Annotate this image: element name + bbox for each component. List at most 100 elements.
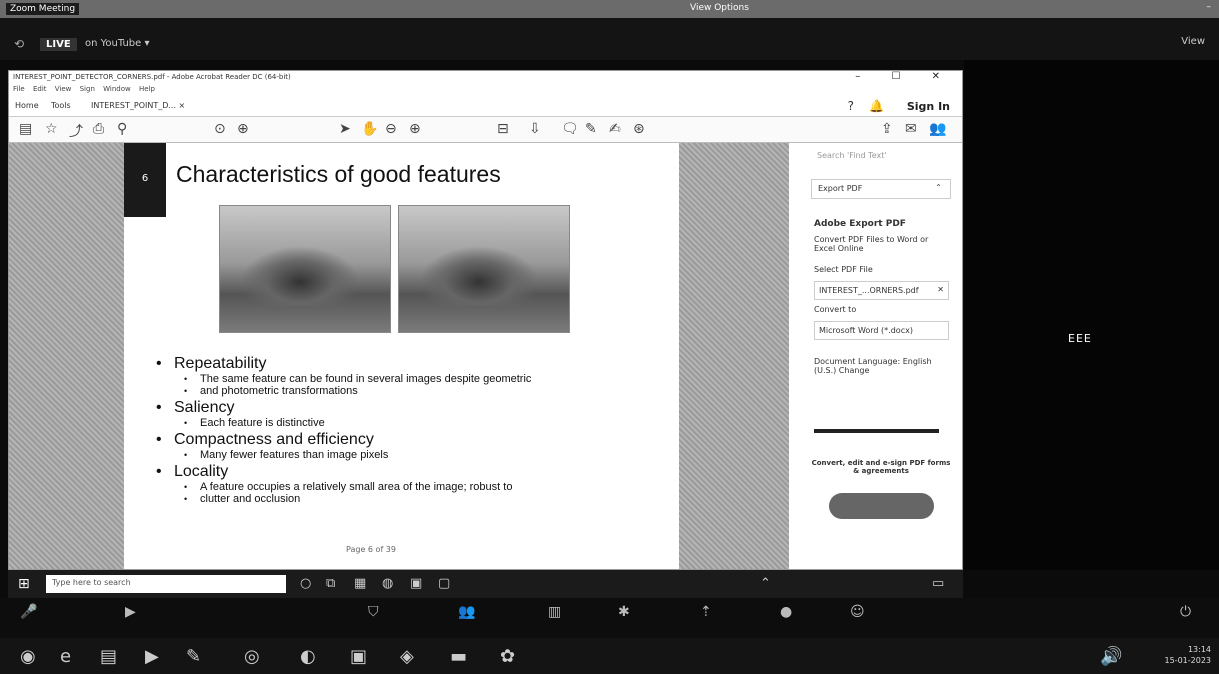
host-start-icon[interactable]: ◉ [20,646,36,667]
share-screen-icon[interactable]: ⇡ [700,604,712,620]
tab-document[interactable]: INTEREST_POINT_D... × [91,101,185,110]
bell-icon[interactable]: 🔔 [869,99,884,113]
volume-icon[interactable]: 🔊 [1100,646,1122,667]
meeting-window-title: Zoom Meeting [6,3,80,15]
polls-icon[interactable]: ▥ [548,604,561,620]
help-icon[interactable]: ? [848,99,854,113]
app-icon[interactable]: ▢ [438,576,450,591]
mute-icon[interactable]: 🎤 [20,604,37,620]
next-page-icon[interactable]: ⊕ [237,121,249,137]
app-icon[interactable]: ◈ [400,646,414,667]
mountain-photo-left [219,205,391,333]
live-badge[interactable]: LIVE [40,38,77,51]
host-taskbar: ◉ e ▤ ▶ ✎ ◎ ◐ ▣ ◈ ▬ ✿ 🔊 13:14 15-01-2023 [0,638,1219,674]
app-icon[interactable]: ✿ [500,646,515,667]
share-icon[interactable]: ⤴ [69,121,83,141]
slide-bullets: Repeatability The same feature can be fo… [152,353,672,505]
convert-to-label: Convert to [814,305,857,314]
pages-icon[interactable]: ▤ [19,121,32,137]
media-icon[interactable]: ▶ [145,646,159,667]
select-icon[interactable]: ➤ [339,121,351,137]
bullet-sub-cont: clutter and occlusion [152,493,672,505]
window-controls[interactable]: – ☐ ✕ [855,71,954,82]
security-icon[interactable]: ⛉ [368,604,379,620]
shared-taskbar: ⊞ Type here to search ○ ⧉ ▦ ◍ ▣ ▢ ⌃ ▭ [8,570,963,598]
export-pdf-label: Export PDF [818,184,863,193]
zoom-out-icon[interactable]: ⊖ [385,121,397,137]
explorer-icon[interactable]: ▤ [100,646,117,667]
chevron-up-icon[interactable]: ⌃ [935,183,942,192]
pdf-page: 6 Characteristics of good features Repea… [124,143,679,569]
export-pdf-panel-header[interactable]: Export PDF ⌃ [811,179,951,199]
format-select[interactable]: Microsoft Word (*.docx) [814,321,949,340]
cortana-icon[interactable]: ○ [300,576,311,591]
back-arrow-icon[interactable]: ⟲ [14,37,24,51]
viewer-background-left [9,143,124,569]
bullet-heading: Locality [152,463,672,481]
video-icon[interactable]: ▶ [125,604,136,620]
menu-help[interactable]: Help [139,85,155,93]
tray-icon[interactable]: ⌃ [760,576,771,591]
notification-icon[interactable]: ▭ [932,576,944,591]
stamp-icon[interactable]: ⊛ [633,121,645,137]
taskbar-search-input[interactable]: Type here to search [46,575,286,593]
tools-right-pane: Search 'Find Text' Export PDF ⌃ Adobe Ex… [789,143,962,569]
comment-icon[interactable]: 🗨 [561,121,579,137]
mail-icon[interactable]: ✉ [905,121,917,137]
document-language[interactable]: Document Language: English (U.S.) Change [814,357,934,375]
user-icon[interactable]: 👥 [929,121,946,137]
chat-icon[interactable]: ✱ [618,604,630,620]
edit-share-icon[interactable]: ⇪ [881,121,893,137]
record-icon[interactable]: ● [780,604,792,620]
remove-file-icon[interactable]: ✕ [937,285,944,294]
sign-in-button[interactable]: Sign In [907,100,950,113]
reactions-icon[interactable]: ☺ [850,604,865,620]
bullet-sub-cont: and photometric transformations [152,385,672,397]
acrobat-menu-bar: File Edit View Sign Window Help [9,85,962,95]
zoom-in-icon[interactable]: ⊕ [409,121,421,137]
minimize-button[interactable]: – [1207,2,1212,12]
live-destination[interactable]: on YouTube ▾ [85,38,150,49]
sign-icon[interactable]: ✍ [609,121,621,137]
view-options-button[interactable]: View Options [690,3,749,13]
camera-icon[interactable]: ▬ [450,646,467,667]
hand-icon[interactable]: ✋ [361,121,378,137]
star-icon[interactable]: ☆ [45,121,58,137]
zoom-icon[interactable]: ◐ [300,646,316,667]
participants-icon[interactable]: 👥 [458,604,475,620]
chrome-icon[interactable]: ◎ [244,646,260,667]
menu-edit[interactable]: Edit [33,85,47,93]
paint-icon[interactable]: ✎ [186,646,201,667]
menu-view[interactable]: View [55,85,72,93]
free-trial-button[interactable] [829,493,934,519]
end-meeting-button[interactable]: ⏻ [1180,604,1191,620]
bullet-heading: Saliency [152,399,672,417]
fit-icon[interactable]: ⊟ [497,121,509,137]
search-icon[interactable]: ⚲ [117,121,127,137]
edge-icon[interactable]: e [60,646,71,667]
find-text-input[interactable]: Search 'Find Text' [817,151,887,160]
scroll-icon[interactable]: ⇩ [529,121,541,137]
explorer-icon[interactable]: ▦ [354,576,366,591]
view-button[interactable]: View [1181,36,1205,47]
menu-window[interactable]: Window [103,85,131,93]
page-indicator: Page 6 of 39 [346,545,396,554]
menu-file[interactable]: File [13,85,25,93]
selected-file-field[interactable]: INTEREST_...ORNERS.pdf ✕ [814,281,949,300]
browser-icon[interactable]: ◍ [382,576,393,591]
bullet-sub: A feature occupies a relatively small ar… [152,481,672,493]
participant-tile[interactable]: EEE [964,60,1219,570]
pen-icon[interactable]: ✎ [585,121,597,137]
bullet-sub: Many fewer features than image pixels [152,449,672,461]
system-clock[interactable]: 13:14 15-01-2023 [1165,644,1212,666]
menu-sign[interactable]: Sign [80,85,95,93]
acrobat-tab-bar: Home Tools INTEREST_POINT_D... × ? 🔔 Sig… [9,95,962,117]
tab-tools[interactable]: Tools [51,101,71,110]
app-icon[interactable]: ▣ [350,646,367,667]
prev-page-icon[interactable]: ⊙ [214,121,226,137]
windows-start-icon[interactable]: ⊞ [18,576,30,592]
tab-home[interactable]: Home [15,101,39,110]
acrobat-taskbar-icon[interactable]: ▣ [410,576,422,591]
print-icon[interactable]: ⎙ [93,121,104,137]
task-view-icon[interactable]: ⧉ [326,576,335,591]
